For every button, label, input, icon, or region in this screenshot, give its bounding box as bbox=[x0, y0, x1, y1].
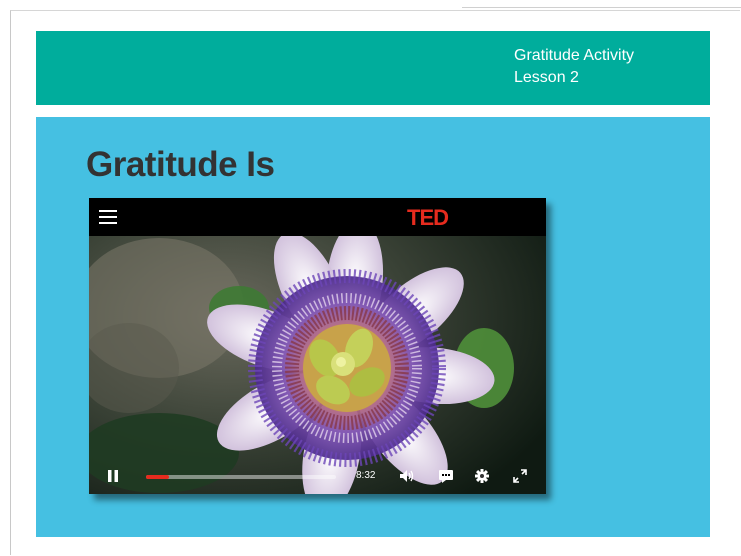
elapsed-time: 8:32 bbox=[356, 470, 376, 481]
pause-icon[interactable] bbox=[107, 469, 119, 483]
settings-icon[interactable] bbox=[475, 469, 489, 483]
ted-logo[interactable]: TED bbox=[407, 205, 449, 231]
activity-label: Gratitude Activity bbox=[514, 47, 635, 64]
video-player[interactable]: TED 8:32 bbox=[89, 198, 546, 494]
header-band: Gratitude Activity Lesson 2 bbox=[36, 31, 710, 105]
progress-bar[interactable] bbox=[146, 475, 336, 479]
player-topbar: TED bbox=[89, 198, 546, 236]
progress-fill bbox=[146, 475, 169, 479]
fullscreen-icon[interactable] bbox=[513, 469, 527, 483]
video-frame[interactable] bbox=[89, 198, 546, 494]
top-rule bbox=[462, 7, 741, 8]
slide-title: Gratitude Is bbox=[86, 145, 275, 184]
lesson-label: Lesson 2 bbox=[514, 69, 579, 86]
player-controls: 8:32 bbox=[89, 460, 546, 494]
menu-icon[interactable] bbox=[99, 209, 117, 225]
content-band: Gratitude Is TED 8:32 bbox=[36, 117, 710, 537]
volume-icon[interactable] bbox=[399, 469, 415, 483]
captions-icon[interactable] bbox=[438, 469, 454, 483]
